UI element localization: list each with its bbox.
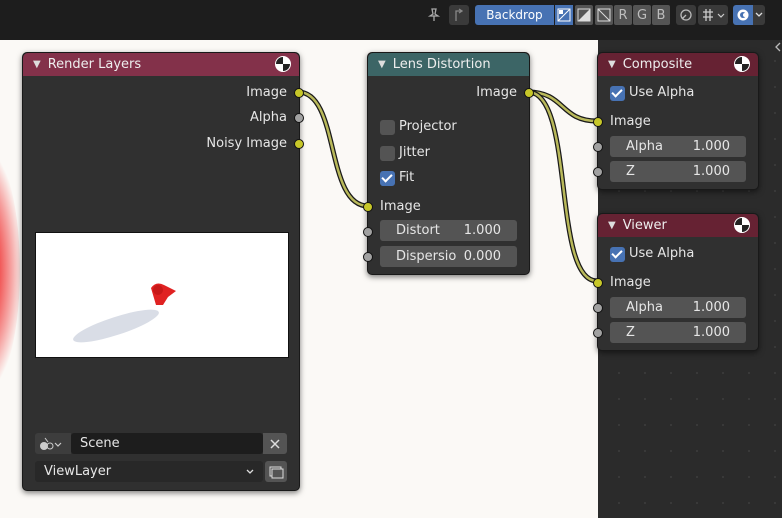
lens-distortion-node[interactable]: ▼ Lens Distortion Image Projector Jitter…: [363, 52, 534, 275]
scene-value: Scene: [80, 436, 120, 451]
scene-browse-button[interactable]: [35, 433, 71, 454]
alpha-field[interactable]: Alpha 1.000: [610, 136, 746, 157]
render-preview-image: [35, 232, 289, 358]
fit-label: Fit: [399, 170, 415, 185]
snap-grid-icon[interactable]: [698, 5, 728, 25]
chevron-down-icon: [246, 469, 254, 474]
dispersion-field[interactable]: Dispersio 0.000: [380, 246, 517, 267]
channel-g-button[interactable]: G: [633, 5, 651, 25]
z-field[interactable]: Z 1.000: [610, 161, 746, 182]
input-image-socket[interactable]: [593, 117, 603, 127]
alpha-socket[interactable]: [593, 142, 603, 152]
input-image-label: Image: [610, 275, 651, 290]
z-socket[interactable]: [593, 328, 603, 338]
use-alpha-checkbox[interactable]: [610, 247, 625, 262]
collapse-chevron-icon[interactable]: ▼: [33, 59, 41, 70]
input-image-socket[interactable]: [593, 278, 603, 288]
collapse-chevron-icon[interactable]: ▼: [378, 59, 386, 70]
sidebar-toggle-icon[interactable]: [774, 40, 782, 57]
jitter-checkbox[interactable]: [380, 146, 395, 161]
distort-label: Distort: [396, 223, 440, 238]
distort-field[interactable]: Distort 1.000: [380, 220, 517, 241]
output-alpha-socket[interactable]: [294, 113, 304, 123]
channel-g-label: G: [636, 7, 648, 23]
projector-checkbox[interactable]: [380, 120, 395, 135]
use-alpha-checkbox[interactable]: [610, 86, 625, 101]
z-value: 1.000: [692, 325, 730, 340]
channel-r-button[interactable]: R: [614, 5, 632, 25]
backdrop-render-red-object: [0, 140, 20, 400]
jitter-label: Jitter: [399, 145, 430, 160]
dispersion-value: 0.000: [463, 249, 501, 264]
dispersion-socket[interactable]: [363, 252, 373, 262]
distort-socket[interactable]: [363, 227, 373, 237]
channel-r-label: R: [618, 7, 628, 23]
node-title: Viewer: [622, 218, 667, 233]
use-alpha-label: Use Alpha: [629, 246, 695, 261]
node-title: Render Layers: [47, 57, 142, 72]
channel-b-button[interactable]: B: [652, 5, 670, 25]
composite-node[interactable]: ▼ Composite Use Alpha Image Alpha 1.000 …: [593, 52, 759, 190]
output-alpha-label: Alpha: [250, 110, 287, 125]
render-layer-icon: [269, 466, 284, 478]
view-layer-dropdown[interactable]: ViewLayer: [35, 461, 263, 482]
node-title: Composite: [622, 57, 693, 72]
collapse-chevron-icon[interactable]: ▼: [608, 220, 616, 231]
view-layer-value: ViewLayer: [44, 464, 112, 479]
z-field[interactable]: Z 1.000: [610, 322, 746, 343]
distort-value: 1.000: [463, 223, 501, 238]
output-image-socket[interactable]: [294, 88, 304, 98]
rgb-alpha-icon[interactable]: [555, 5, 573, 25]
overlay-icon[interactable]: [733, 5, 753, 25]
scene-clear-button[interactable]: [263, 433, 287, 454]
alpha-socket[interactable]: [593, 303, 603, 313]
collapse-chevron-icon[interactable]: ▼: [608, 59, 616, 70]
output-noisy-image-label: Noisy Image: [206, 136, 287, 151]
use-alpha-label: Use Alpha: [629, 85, 695, 100]
z-label: Z: [626, 325, 635, 340]
output-image-label: Image: [476, 85, 517, 100]
projector-label: Projector: [399, 119, 457, 134]
output-image-label: Image: [246, 85, 287, 100]
input-image-label: Image: [380, 199, 421, 214]
scene-field[interactable]: Scene: [71, 433, 263, 454]
node-header[interactable]: ▼ Composite: [598, 53, 758, 76]
alpha-value: 1.000: [692, 300, 730, 315]
render-layers-node[interactable]: ▼ Render Layers Image Alpha Noisy Image …: [22, 52, 304, 491]
channel-b-label: B: [656, 7, 666, 23]
alpha-field[interactable]: Alpha 1.000: [610, 297, 746, 318]
backdrop-label: Backdrop: [486, 8, 543, 22]
node-header[interactable]: ▼ Render Layers: [23, 53, 299, 76]
node-header[interactable]: ▼ Lens Distortion: [368, 53, 529, 76]
node-editor-header: Backdrop R G B: [0, 0, 782, 40]
z-socket[interactable]: [593, 167, 603, 177]
render-preview-icon[interactable]: [734, 217, 750, 233]
output-image-socket[interactable]: [524, 88, 534, 98]
fit-checkbox[interactable]: [380, 171, 395, 186]
parent-node-icon[interactable]: [449, 5, 469, 25]
render-preview-icon[interactable]: [734, 56, 750, 72]
render-layer-button[interactable]: [265, 461, 287, 482]
gizmo-icon[interactable]: [676, 5, 696, 25]
input-image-label: Image: [610, 114, 651, 129]
node-header[interactable]: ▼ Viewer: [598, 214, 758, 237]
viewer-node[interactable]: ▼ Viewer Use Alpha Image Alpha 1.000 Z 1…: [593, 213, 759, 351]
alpha-value: 1.000: [692, 139, 730, 154]
dispersion-label: Dispersio: [396, 249, 457, 264]
z-label: Z: [626, 164, 635, 179]
output-noisy-image-socket[interactable]: [294, 139, 304, 149]
render-preview-icon[interactable]: [275, 56, 291, 72]
pin-icon[interactable]: [424, 5, 444, 25]
node-title: Lens Distortion: [392, 57, 491, 72]
alpha-label: Alpha: [626, 139, 663, 154]
input-image-socket[interactable]: [363, 202, 373, 212]
overlay-dropdown-chevron-icon[interactable]: [753, 5, 765, 25]
rgb-icon[interactable]: [595, 5, 613, 25]
alpha-icon[interactable]: [575, 5, 593, 25]
z-value: 1.000: [692, 164, 730, 179]
alpha-label: Alpha: [626, 300, 663, 315]
backdrop-toggle-button[interactable]: Backdrop: [475, 5, 554, 25]
